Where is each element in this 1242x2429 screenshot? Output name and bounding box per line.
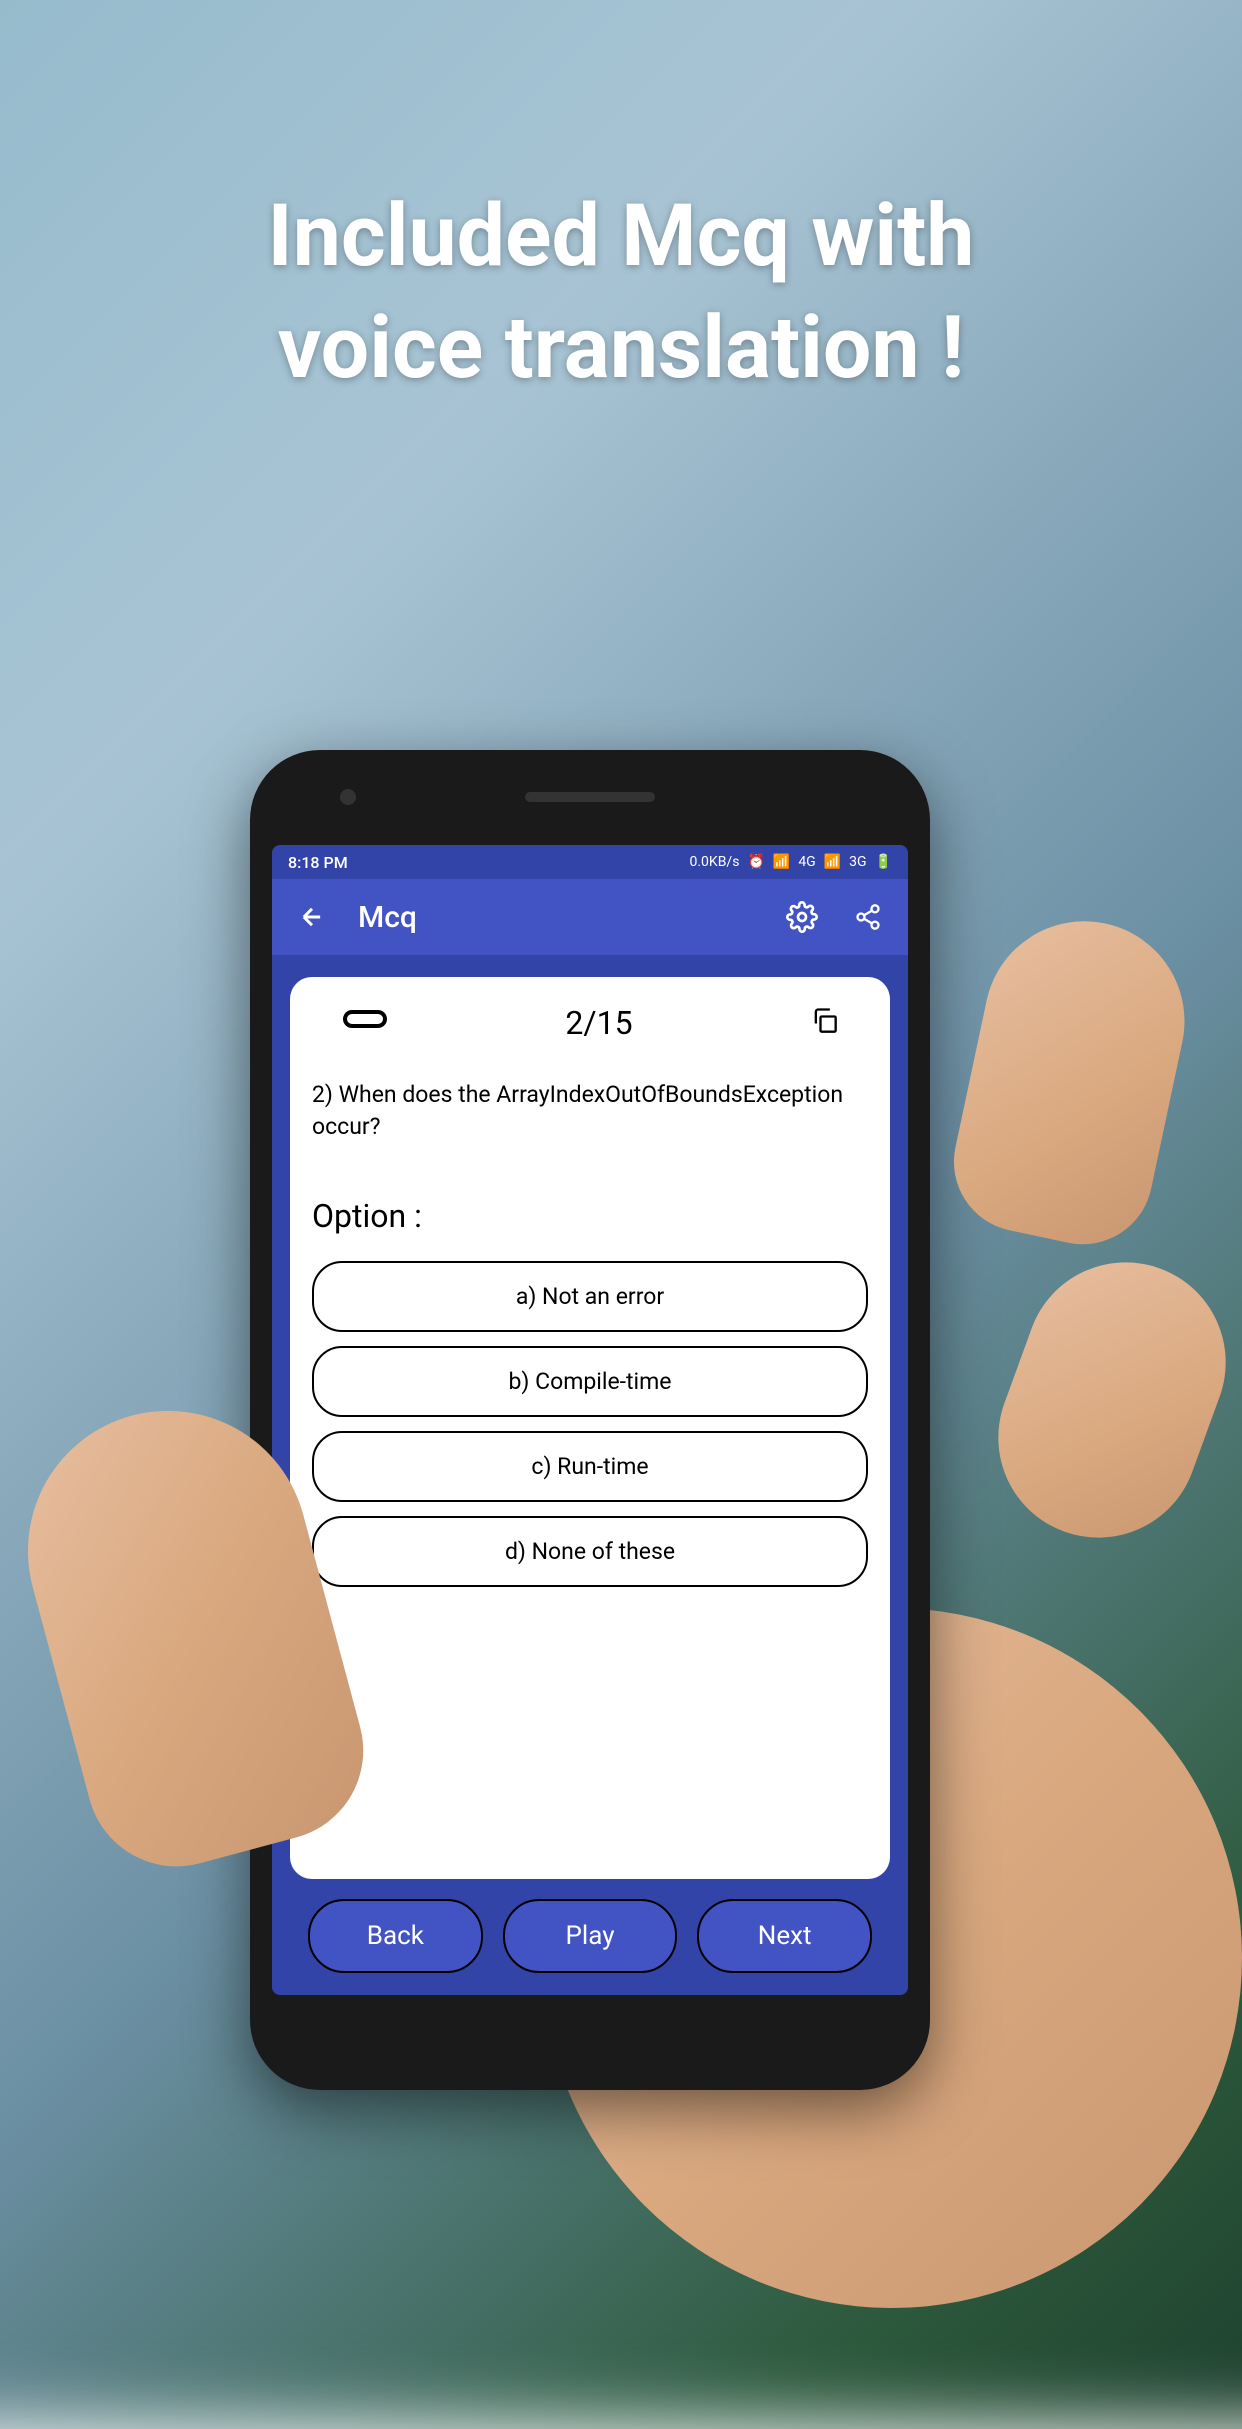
signal-icon-1: 📶	[773, 854, 790, 870]
signal-icon-2: 📶	[824, 854, 841, 870]
status-time: 8:18 PM	[288, 853, 348, 872]
options-list: a) Not an error b) Compile-time c) Run-t…	[312, 1261, 868, 1587]
phone-frame: 8:18 PM 0.0KB/s ⏰ 📶 4G 📶 3G 🔋 Mcq	[250, 750, 930, 2090]
phone-top	[250, 792, 930, 802]
play-button[interactable]: Play	[503, 1899, 678, 1973]
promo-line-1: Included Mcq with	[0, 180, 1242, 292]
question-text: 2) When does the ArrayIndexOutOfBoundsEx…	[312, 1079, 868, 1143]
option-d[interactable]: d) None of these	[312, 1516, 868, 1587]
app-bar-title: Mcq	[358, 900, 756, 935]
share-icon[interactable]	[848, 897, 888, 937]
network-1: 4G	[798, 854, 815, 870]
option-c[interactable]: c) Run-time	[312, 1431, 868, 1502]
option-b[interactable]: b) Compile-time	[312, 1346, 868, 1417]
loop-icon[interactable]	[342, 1003, 388, 1043]
back-arrow-icon[interactable]	[292, 897, 332, 937]
settings-icon[interactable]	[782, 897, 822, 937]
question-counter: 2/15	[565, 1004, 632, 1042]
bottom-nav: Back Play Next	[290, 1879, 890, 1973]
option-label: Option :	[312, 1197, 868, 1235]
alarm-icon: ⏰	[747, 854, 764, 870]
app-bar: Mcq	[272, 879, 908, 955]
status-indicators: 0.0KB/s ⏰ 📶 4G 📶 3G 🔋	[690, 854, 893, 870]
back-button[interactable]: Back	[308, 1899, 483, 1973]
copy-icon[interactable]	[810, 1003, 838, 1043]
promo-line-2: voice translation !	[0, 292, 1242, 404]
next-button[interactable]: Next	[697, 1899, 872, 1973]
option-a[interactable]: a) Not an error	[312, 1261, 868, 1332]
phone-screen: 8:18 PM 0.0KB/s ⏰ 📶 4G 📶 3G 🔋 Mcq	[272, 845, 908, 1995]
card-header: 2/15	[312, 1003, 868, 1043]
status-bar: 8:18 PM 0.0KB/s ⏰ 📶 4G 📶 3G 🔋	[272, 845, 908, 879]
data-rate: 0.0KB/s	[690, 854, 740, 870]
network-2: 3G	[849, 854, 866, 870]
question-card: 2/15 2) When does the ArrayIndexOutOfBou…	[290, 977, 890, 1879]
battery-icon: 🔋	[875, 854, 892, 870]
promo-heading: Included Mcq with voice translation !	[0, 180, 1242, 404]
phone-speaker	[525, 792, 655, 802]
phone-camera	[340, 789, 356, 805]
content-area: 2/15 2) When does the ArrayIndexOutOfBou…	[272, 955, 908, 1995]
